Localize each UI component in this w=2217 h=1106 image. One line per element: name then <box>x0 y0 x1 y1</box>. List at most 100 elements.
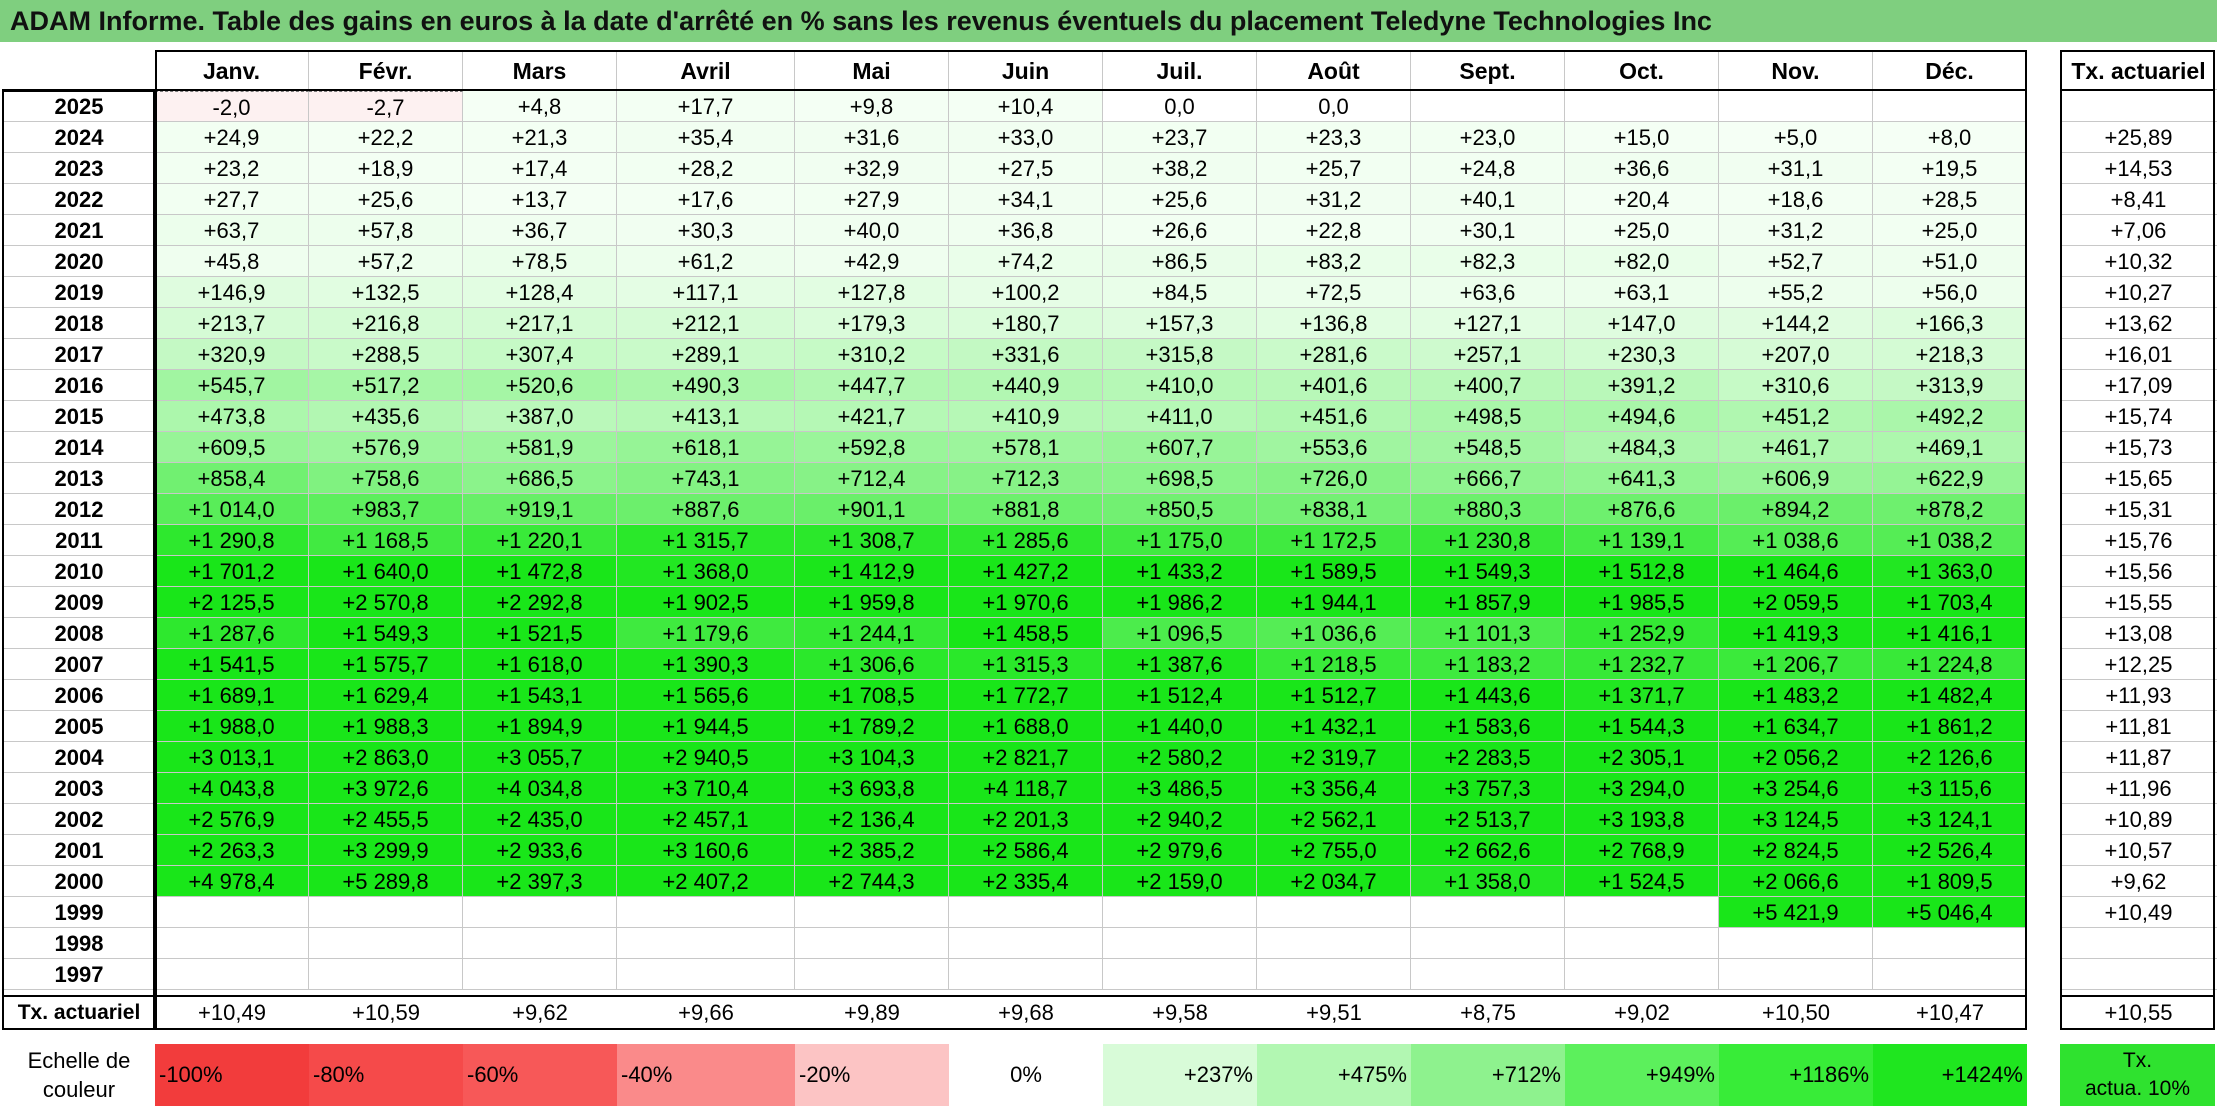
table-cell: +1 287,6 <box>155 618 309 649</box>
actuarial-cell <box>2060 91 2217 122</box>
table-cell: +2 435,0 <box>463 804 617 835</box>
table-cell: +61,2 <box>617 246 795 277</box>
table-cell: +2 136,4 <box>795 804 949 835</box>
table-cell <box>1719 91 1873 122</box>
table-cell <box>1257 959 1411 990</box>
legend-swatch: -100% <box>155 1044 309 1106</box>
table-cell: +1 168,5 <box>309 525 463 556</box>
table-cell: +63,7 <box>155 215 309 246</box>
table-cell <box>949 897 1103 928</box>
table-cell: +1 988,3 <box>309 711 463 742</box>
table-cell: +1 809,5 <box>1873 866 2027 897</box>
table-cell <box>309 897 463 928</box>
table-cell: +179,3 <box>795 308 949 339</box>
table-cell: +410,9 <box>949 401 1103 432</box>
table-cell: +1 306,6 <box>795 649 949 680</box>
table-cell: +117,1 <box>617 277 795 308</box>
year-label: 2016 <box>3 370 155 401</box>
table-cell: +127,1 <box>1411 308 1565 339</box>
table-cell: +1 315,7 <box>617 525 795 556</box>
table-cell: +3 124,5 <box>1719 804 1873 835</box>
table-cell: +758,6 <box>309 463 463 494</box>
actuarial-cell: +16,01 <box>2060 339 2217 370</box>
table-cell: +3 124,1 <box>1873 804 2027 835</box>
year-label: 2008 <box>3 618 155 649</box>
table-cell: +9,8 <box>795 91 949 122</box>
table-cell: +320,9 <box>155 339 309 370</box>
footer-cell: +9,68 <box>998 1000 1054 1025</box>
table-cell: +22,2 <box>309 122 463 153</box>
table-cell: +218,3 <box>1873 339 2027 370</box>
table-cell: +469,1 <box>1873 432 2027 463</box>
table-cell: +24,9 <box>155 122 309 153</box>
table-cell: +31,1 <box>1719 153 1873 184</box>
year-label: 2020 <box>3 246 155 277</box>
table-cell <box>1103 959 1257 990</box>
legend-swatch: +1424% <box>1873 1044 2027 1106</box>
table-cell <box>1873 959 2027 990</box>
table-cell: +1 244,1 <box>795 618 949 649</box>
table-cell: +63,1 <box>1565 277 1719 308</box>
table-cell: +21,3 <box>463 122 617 153</box>
table-cell: +74,2 <box>949 246 1103 277</box>
table-cell: +887,6 <box>617 494 795 525</box>
table-cell: +2 292,8 <box>463 587 617 618</box>
table-cell: +1 944,5 <box>617 711 795 742</box>
table-cell: +1 944,1 <box>1257 587 1411 618</box>
table-cell: +2 034,7 <box>1257 866 1411 897</box>
table-cell: +100,2 <box>949 277 1103 308</box>
table-cell: +576,9 <box>309 432 463 463</box>
table-cell: +18,6 <box>1719 184 1873 215</box>
table-cell: +712,3 <box>949 463 1103 494</box>
table-cell: +451,2 <box>1719 401 1873 432</box>
table-cell: +1 861,2 <box>1873 711 2027 742</box>
table-cell <box>1103 897 1257 928</box>
table-cell: +5 421,9 <box>1719 897 1873 928</box>
table-cell: +894,2 <box>1719 494 1873 525</box>
table-cell: +1 358,0 <box>1411 866 1565 897</box>
table-cell: +31,2 <box>1257 184 1411 215</box>
actuarial-cell: +15,55 <box>2060 587 2217 618</box>
table-cell <box>1411 928 1565 959</box>
table-cell: +2 570,8 <box>309 587 463 618</box>
table-cell: -2,0 <box>155 91 309 122</box>
table-cell: +33,0 <box>949 122 1103 153</box>
table-cell: +1 894,9 <box>463 711 617 742</box>
table-cell: +2 059,5 <box>1719 587 1873 618</box>
table-cell: +838,1 <box>1257 494 1411 525</box>
table-cell: +27,7 <box>155 184 309 215</box>
table-cell: +13,7 <box>463 184 617 215</box>
table-cell: +18,9 <box>309 153 463 184</box>
table-cell: +1 368,0 <box>617 556 795 587</box>
table-cell: +4,8 <box>463 91 617 122</box>
table-cell: +42,9 <box>795 246 949 277</box>
table-cell: +132,5 <box>309 277 463 308</box>
table-cell: +1 218,5 <box>1257 649 1411 680</box>
table-cell: +517,2 <box>309 370 463 401</box>
table-cell: +2 056,2 <box>1719 742 1873 773</box>
table-cell: +2 576,9 <box>155 804 309 835</box>
table-cell: +230,3 <box>1565 339 1719 370</box>
footer-cell: +9,51 <box>1306 1000 1362 1025</box>
table-cell: +5,0 <box>1719 122 1873 153</box>
footer-cell: +9,89 <box>844 1000 900 1025</box>
actuarial-cell: +11,81 <box>2060 711 2217 742</box>
table-cell: +1 541,5 <box>155 649 309 680</box>
actuarial-cell <box>2060 928 2217 959</box>
table-cell: +1 220,1 <box>463 525 617 556</box>
table-cell: +30,1 <box>1411 215 1565 246</box>
actuarial-cell: +17,09 <box>2060 370 2217 401</box>
legend-swatch: -80% <box>309 1044 463 1106</box>
actuarial-cell: +11,87 <box>2060 742 2217 773</box>
table-cell <box>1257 897 1411 928</box>
table-cell: +606,9 <box>1719 463 1873 494</box>
table-cell: +1 689,1 <box>155 680 309 711</box>
footer-cell: +9,66 <box>678 1000 734 1025</box>
table-cell: +1 183,2 <box>1411 649 1565 680</box>
table-cell: +1 521,5 <box>463 618 617 649</box>
table-cell: +548,5 <box>1411 432 1565 463</box>
footer-cell: +8,75 <box>1460 1000 1516 1025</box>
table-cell: +545,7 <box>155 370 309 401</box>
table-cell <box>617 928 795 959</box>
legend-swatch: +712% <box>1411 1044 1565 1106</box>
